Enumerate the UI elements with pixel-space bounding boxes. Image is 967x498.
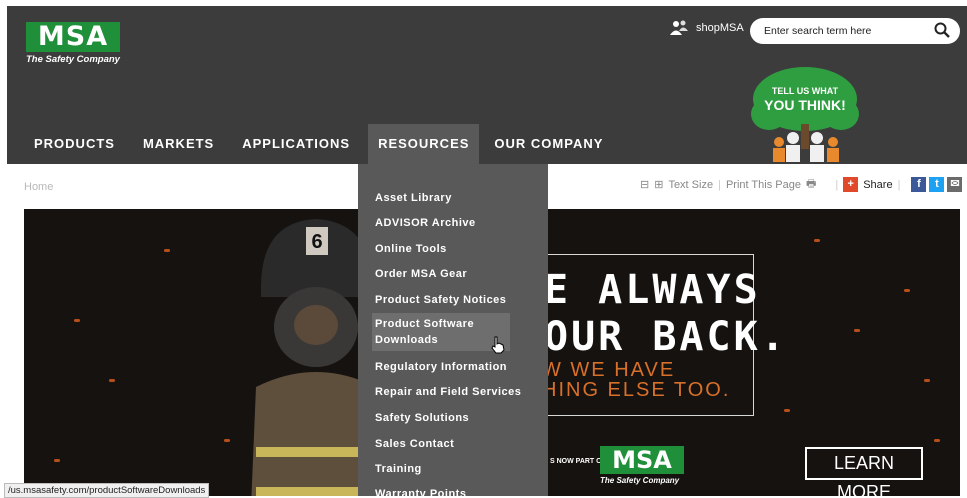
hand-cursor-icon <box>491 336 505 354</box>
people-icon <box>670 20 688 35</box>
social-icons: f t ✉ <box>911 177 963 192</box>
menu-item-sales-contact[interactable]: Sales Contact <box>375 436 525 452</box>
shop-msa-link[interactable]: shopMSA <box>669 20 744 36</box>
nav-applications[interactable]: APPLICATIONS <box>232 124 360 164</box>
hero-msa-logo: MSA The Safety Company <box>600 446 684 485</box>
twitter-icon[interactable]: t <box>929 177 945 192</box>
page-tools: ⊟ ⊞ Text Size | Print This Page 🖶 | + Sh… <box>640 175 963 194</box>
text-size-increase-icon[interactable]: ⊞ <box>654 178 663 191</box>
email-icon[interactable]: ✉ <box>947 177 963 192</box>
nav-our-company[interactable]: OUR COMPANY <box>484 124 613 164</box>
shop-label: shopMSA <box>696 22 744 34</box>
menu-item-asset-library[interactable]: Asset Library <box>375 190 525 206</box>
tools-separator: | <box>718 178 721 191</box>
breadcrumb-home[interactable]: Home <box>24 181 53 193</box>
nav-markets[interactable]: MARKETS <box>133 124 224 164</box>
tools-separator-2: | <box>835 178 839 191</box>
hero-line2: OUR BACK. <box>544 314 788 360</box>
nav-products[interactable]: PRODUCTS <box>24 124 125 164</box>
now-part-of-text: S NOW PART OF <box>550 458 606 465</box>
menu-item-regulatory-information[interactable]: Regulatory Information <box>375 359 525 375</box>
share-link[interactable]: Share <box>863 179 892 191</box>
search-box <box>750 18 960 44</box>
tools-separator-3: | <box>897 178 901 191</box>
search-input[interactable] <box>762 24 926 38</box>
msa-logo[interactable]: MSA The Safety Company <box>26 22 120 65</box>
feedback-line2: YOU THINK! <box>764 97 846 113</box>
site-header: MSA The Safety Company shopMSA TELL US W… <box>7 6 967 164</box>
hero-line1: E ALWAYS <box>544 267 761 313</box>
hero-logo-tagline: The Safety Company <box>600 476 680 485</box>
menu-item-online-tools[interactable]: Online Tools <box>375 241 525 257</box>
menu-item-training[interactable]: Training <box>375 461 525 477</box>
helmet-number: 6 <box>311 231 322 253</box>
menu-item-product-software-downloads[interactable]: Product Software Downloads <box>372 313 510 351</box>
nav-resources[interactable]: RESOURCES <box>368 124 480 164</box>
text-size-label: Text Size <box>668 178 714 191</box>
menu-item-product-safety-notices[interactable]: Product Safety Notices <box>375 292 525 308</box>
print-icon[interactable]: 🖶 <box>806 175 816 194</box>
feedback-line1: TELL US WHAT <box>772 86 839 96</box>
learn-more-button[interactable]: LEARN MORE <box>805 447 923 496</box>
logo-tagline: The Safety Company <box>26 54 120 65</box>
logo-wordmark: MSA <box>26 22 120 52</box>
menu-item-repair-field-services[interactable]: Repair and Field Services <box>375 384 525 400</box>
menu-item-order-msa-gear[interactable]: Order MSA Gear <box>375 266 525 282</box>
menu-item-advisor-archive[interactable]: ADVISOR Archive <box>375 215 525 231</box>
print-link[interactable]: Print This Page <box>726 179 801 191</box>
resources-dropdown: Asset Library ADVISOR Archive Online Too… <box>358 164 548 496</box>
share-plus-icon[interactable]: + <box>843 177 859 192</box>
facebook-icon[interactable]: f <box>911 177 927 192</box>
feedback-badge[interactable]: TELL US WHAT YOU THINK! <box>749 64 861 164</box>
search-icon[interactable] <box>934 22 950 38</box>
menu-item-warranty-points[interactable]: Warranty Points <box>375 486 525 496</box>
hero-logo-wordmark: MSA <box>600 446 684 474</box>
menu-item-safety-solutions[interactable]: Safety Solutions <box>375 410 525 426</box>
hero-line4: HING ELSE TOO. <box>542 379 731 401</box>
main-nav: PRODUCTS MARKETS APPLICATIONS RESOURCES … <box>7 124 613 164</box>
text-size-decrease-icon[interactable]: ⊟ <box>640 178 649 191</box>
